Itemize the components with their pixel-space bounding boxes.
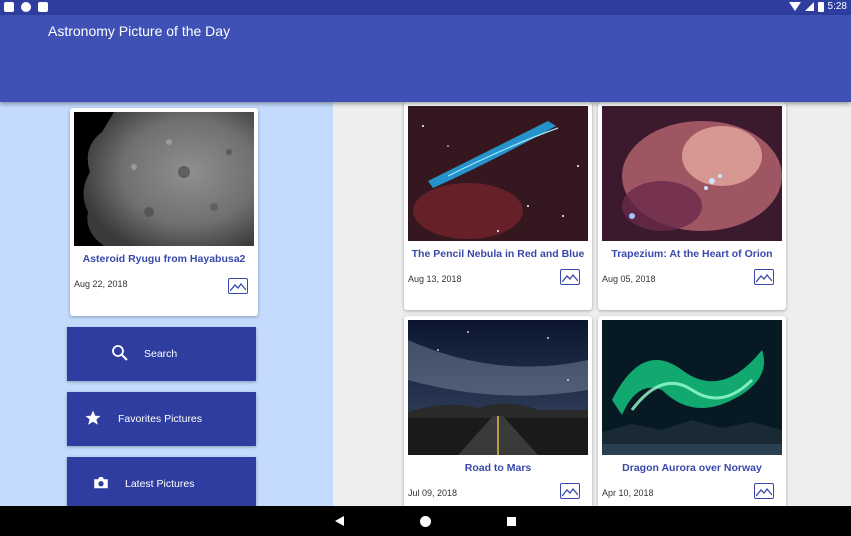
image-icon[interactable] [560, 269, 580, 285]
gallery-card[interactable]: Dragon Aurora over Norway Apr 10, 2018 [598, 316, 786, 506]
featured-title: Asteroid Ryugu from Hayabusa2 [82, 253, 246, 265]
gallery-image [408, 106, 588, 241]
image-icon[interactable] [754, 483, 774, 499]
search-button[interactable]: Search [67, 327, 256, 381]
battery-icon [817, 1, 824, 12]
gallery-date: Aug 13, 2018 [408, 274, 462, 284]
wifi-icon [788, 2, 801, 11]
sync-icon [21, 2, 31, 12]
app-bar: Astronomy Picture of the Day [0, 15, 851, 102]
favorites-label: Favorites Pictures [118, 413, 203, 425]
search-icon [112, 345, 128, 361]
image-icon[interactable] [560, 483, 580, 499]
gallery-image [602, 106, 782, 241]
navigation-bar [0, 506, 851, 536]
gallery-title: Dragon Aurora over Norway [622, 462, 762, 474]
gallery-date: Apr 10, 2018 [602, 488, 654, 498]
image-icon[interactable] [754, 269, 774, 285]
camera-icon [94, 477, 108, 489]
featured-date: Aug 22, 2018 [74, 279, 128, 289]
gallery-date: Aug 05, 2018 [602, 274, 656, 284]
gallery-grid: The Pencil Nebula in Red and Blue Aug 13… [333, 102, 851, 506]
star-icon [85, 410, 101, 425]
gallery-date: Jul 09, 2018 [408, 488, 458, 498]
gallery-title: The Pencil Nebula in Red and Blue [411, 248, 585, 260]
left-panel: Asteroid Ryugu from Hayabusa2 Aug 22, 20… [0, 102, 333, 511]
app-title: Astronomy Picture of the Day [48, 23, 231, 39]
gallery-image [408, 320, 588, 455]
latest-label: Latest Pictures [125, 478, 195, 490]
status-bar: 5:28 [0, 0, 851, 15]
sd-card-icon [38, 2, 48, 12]
favorites-button[interactable]: Favorites Pictures [67, 392, 256, 446]
gallery-card[interactable]: Road to Mars Jul 09, 2018 [404, 316, 592, 506]
signal-icon [804, 2, 814, 11]
back-icon[interactable] [335, 516, 344, 526]
search-label: Search [144, 348, 178, 360]
gallery-title: Road to Mars [464, 462, 532, 474]
home-icon[interactable] [420, 516, 431, 527]
featured-card[interactable]: Asteroid Ryugu from Hayabusa2 Aug 22, 20… [70, 108, 258, 316]
gallery-image [602, 320, 782, 455]
gallery-title: Trapezium: At the Heart of Orion [611, 248, 773, 260]
recents-icon[interactable] [507, 517, 516, 526]
gallery-card[interactable]: The Pencil Nebula in Red and Blue Aug 13… [404, 102, 592, 310]
gallery-card[interactable]: Trapezium: At the Heart of Orion Aug 05,… [598, 102, 786, 310]
notification-icon [4, 2, 14, 12]
featured-image [74, 112, 254, 246]
image-icon[interactable] [228, 278, 248, 294]
latest-button[interactable]: Latest Pictures [67, 457, 256, 511]
status-time: 5:28 [827, 1, 847, 12]
